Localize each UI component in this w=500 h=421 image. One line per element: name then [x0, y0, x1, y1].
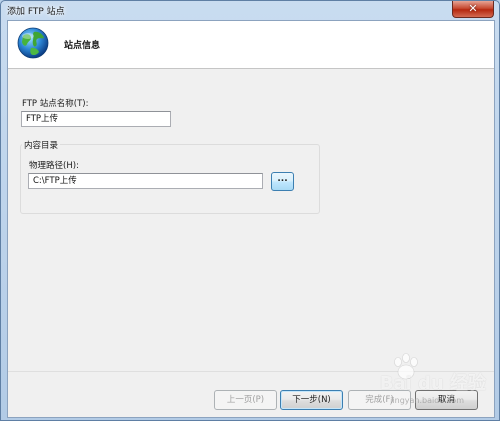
- previous-button[interactable]: 上一页(P): [214, 390, 277, 410]
- finish-button[interactable]: 完成(F): [348, 390, 411, 410]
- content-group-label: 内容目录: [22, 139, 61, 151]
- page-title: 站点信息: [64, 41, 101, 51]
- cancel-button[interactable]: 取消: [415, 390, 478, 410]
- title-bar[interactable]: 添加 FTP 站点 ✕: [1, 1, 499, 19]
- window-title: 添加 FTP 站点: [7, 7, 65, 17]
- globe-icon: [17, 27, 49, 59]
- dialog-client-area: 站点信息 FTP 站点名称(T): FTP上传 内容目录 物理路径(H): C:…: [7, 20, 495, 418]
- next-button[interactable]: 下一步(N): [280, 390, 343, 410]
- wizard-footer: 上一页(P) 下一步(N) 完成(F) 取消: [8, 371, 494, 418]
- physical-path-label: 物理路径(H):: [29, 161, 79, 171]
- dialog-window: 添加 FTP 站点 ✕ 站点信息 FTP 站点名称(T): FTP上传 内容目录…: [0, 0, 500, 421]
- physical-path-input[interactable]: C:\FTP上传: [28, 173, 263, 189]
- browse-button[interactable]: ...: [271, 172, 294, 191]
- site-name-label: FTP 站点名称(T):: [22, 99, 89, 109]
- site-name-input[interactable]: FTP上传: [21, 111, 171, 127]
- close-icon: ✕: [468, 2, 478, 15]
- wizard-header: 站点信息: [8, 21, 494, 69]
- close-button[interactable]: ✕: [452, 1, 494, 18]
